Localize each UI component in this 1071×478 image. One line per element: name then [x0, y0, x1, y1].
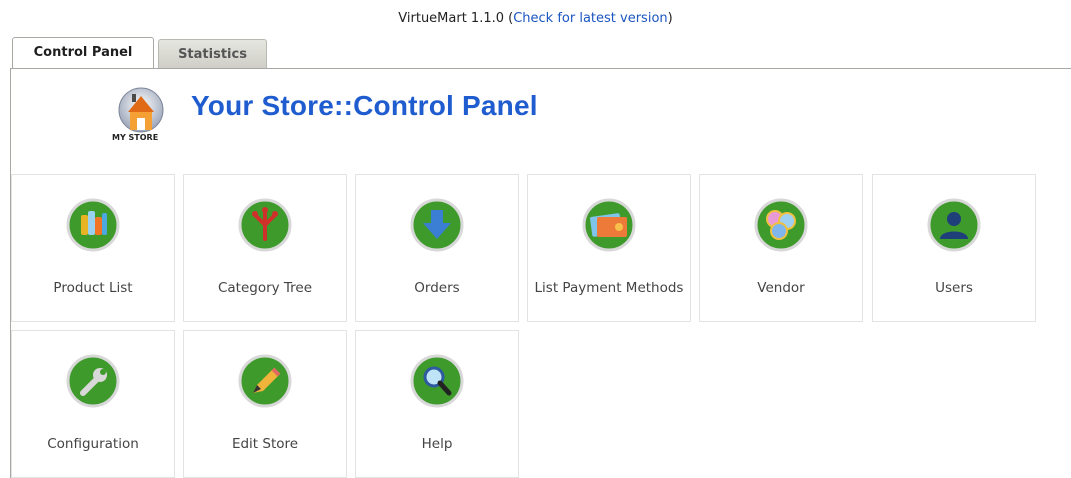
tile-configuration[interactable]: Configuration [11, 330, 175, 478]
tile-vendor[interactable]: Vendor [699, 174, 863, 322]
tile-edit-store[interactable]: Edit Store [183, 330, 347, 478]
tile-category-tree[interactable]: Category Tree [183, 174, 347, 322]
tile-label: Vendor [757, 280, 805, 296]
tile-users[interactable]: Users [872, 174, 1036, 322]
store-logo: MY STORE [108, 86, 174, 146]
tile-label: Orders [414, 280, 460, 296]
tile-label: Configuration [47, 436, 139, 452]
product-list-icon [66, 198, 120, 252]
tile-help[interactable]: Help [355, 330, 519, 478]
category-tree-icon [238, 198, 292, 252]
store-logo-text: MY STORE [112, 133, 159, 142]
payment-methods-icon [582, 198, 636, 252]
tile-list-payment-methods[interactable]: List Payment Methods [527, 174, 691, 322]
users-icon [927, 198, 981, 252]
tile-label: Help [421, 436, 453, 452]
tile-orders[interactable]: Orders [355, 174, 519, 322]
vendor-icon [754, 198, 808, 252]
tab-control-panel[interactable]: Control Panel [12, 37, 154, 69]
help-icon [410, 354, 464, 408]
version-text: VirtueMart 1.1.0 ( [398, 11, 514, 26]
tile-label: Edit Store [231, 436, 299, 452]
page-title: Your Store::Control Panel [191, 90, 538, 121]
tab-statistics[interactable]: Statistics [158, 39, 267, 68]
configuration-icon [66, 354, 120, 408]
tile-label: Users [935, 280, 973, 296]
check-version-link[interactable]: Check for latest version [513, 11, 667, 26]
tile-product-list[interactable]: Product List [11, 174, 175, 322]
edit-store-icon [238, 354, 292, 408]
version-suffix: ) [667, 11, 673, 26]
tile-label: Product List [53, 280, 133, 296]
orders-icon [410, 198, 464, 252]
tile-label: List Payment Methods [534, 280, 684, 296]
version-line: VirtueMart 1.1.0 (Check for latest versi… [0, 11, 1071, 26]
tile-label: Category Tree [217, 280, 313, 296]
